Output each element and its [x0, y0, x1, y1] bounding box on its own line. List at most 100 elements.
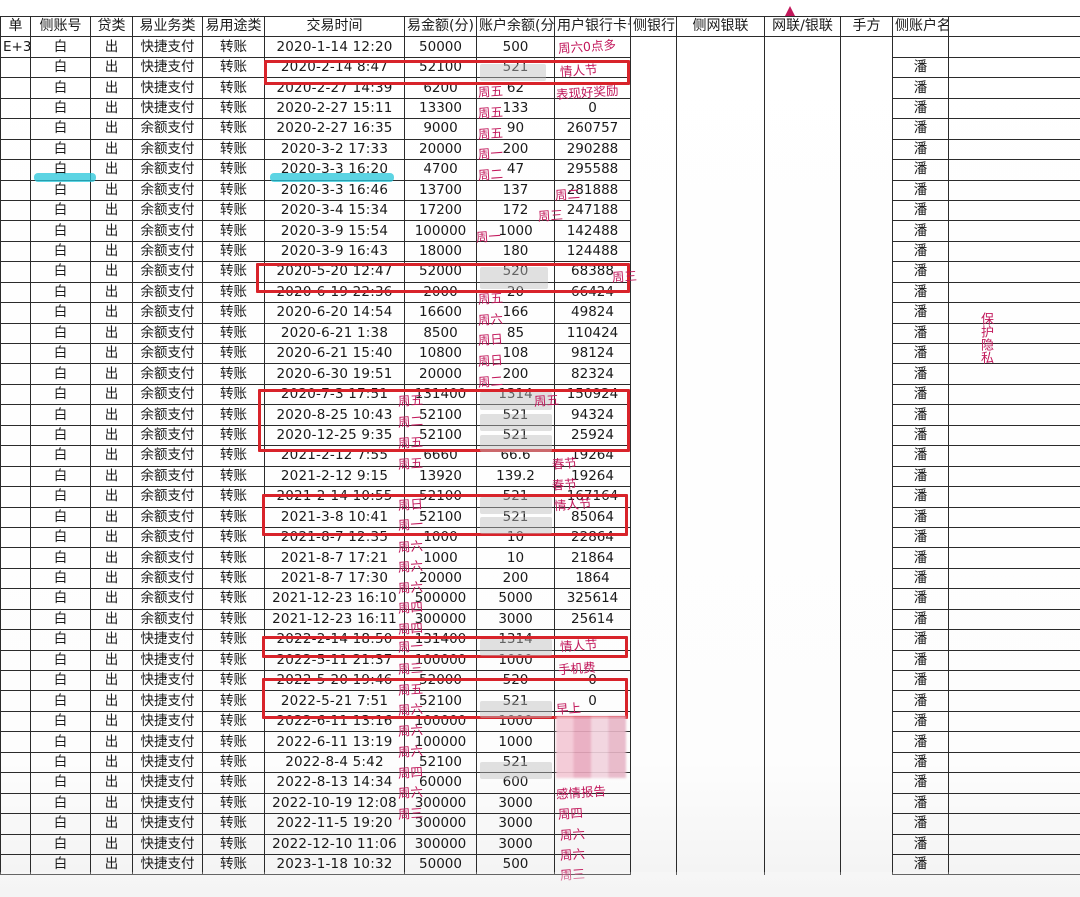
- direction-cell: 出: [90, 281, 133, 304]
- time-cell: 2020-2-27 15:11: [264, 97, 405, 120]
- business-type-cell: 快捷支付: [132, 97, 203, 120]
- account-cell: 白: [30, 506, 91, 528]
- empty-cell: [676, 793, 765, 814]
- empty-cell: [840, 57, 893, 78]
- time-cell: 2020-6-21 1:38: [264, 322, 405, 345]
- empty-cell: [840, 752, 893, 773]
- empty-cell: [948, 138, 1080, 161]
- empty-cell: [630, 404, 677, 426]
- balance-cell: 247188: [554, 199, 631, 222]
- empty-cell: [948, 547, 1080, 569]
- empty-cell: [840, 241, 893, 262]
- empty-cell: [630, 118, 677, 140]
- empty-cell: [676, 425, 765, 446]
- counterparty-name-cell: 潘: [892, 342, 949, 365]
- row-id-cell: [0, 649, 31, 672]
- highlighter-mark: [270, 173, 394, 182]
- direction-cell: 出: [90, 322, 133, 345]
- row-id-cell: [0, 77, 31, 99]
- row-id-cell: E+3: [0, 36, 31, 58]
- empty-cell: [630, 139, 677, 160]
- account-cell: 白: [30, 547, 91, 569]
- business-type-cell: 快捷支付: [132, 731, 203, 753]
- empty-cell: [764, 77, 841, 99]
- balance-cell: 124488: [554, 240, 631, 263]
- empty-cell: [948, 199, 1080, 222]
- counterparty-name-cell: 潘: [892, 772, 949, 794]
- empty-cell: [630, 813, 677, 834]
- business-type-cell: 余额支付: [132, 240, 203, 263]
- empty-cell: [840, 323, 893, 344]
- empty-cell: [840, 180, 893, 201]
- table-row: 白出快捷支付 转账 2022-10-19 12:08 300000 3000 潘: [0, 792, 1080, 815]
- row-id-cell: [0, 547, 31, 569]
- account-cell: 白: [30, 179, 91, 201]
- counterparty-name-cell: 潘: [892, 159, 949, 181]
- empty-cell: [840, 343, 893, 364]
- empty-cell: [948, 629, 1080, 651]
- empty-cell: [764, 772, 841, 794]
- direction-cell: 出: [90, 833, 133, 855]
- empty-cell: [840, 834, 893, 855]
- account-cell: 白: [30, 588, 91, 610]
- row-id-cell: [0, 526, 31, 549]
- yuan-cell: 137: [476, 179, 555, 201]
- highlight-box: [258, 389, 630, 452]
- purpose-cell: 转账: [202, 363, 265, 385]
- direction-cell: 出: [90, 567, 133, 590]
- row-id-cell: [0, 199, 31, 222]
- empty-cell: [630, 77, 677, 99]
- purpose-cell: 转账: [202, 159, 265, 181]
- balance-cell: 21864: [554, 547, 631, 569]
- direction-cell: 出: [90, 526, 133, 549]
- account-cell: 白: [30, 833, 91, 855]
- empty-cell: [764, 384, 841, 405]
- empty-cell: [676, 629, 765, 651]
- direction-cell: 出: [90, 77, 133, 99]
- counterparty-name-cell: 潘: [892, 179, 949, 201]
- empty-cell: [840, 159, 893, 180]
- amount-cell: 10800: [404, 342, 477, 365]
- time-cell: 2020-6-20 14:54: [264, 302, 405, 324]
- counterparty-name-cell: 潘: [892, 608, 949, 631]
- table-row: 白出余额支付 转账 2021-12-23 16:11 300000 3000 25614 潘: [0, 608, 1080, 631]
- empty-cell: [764, 220, 841, 242]
- privacy-blur: [556, 716, 626, 778]
- time-cell: 2020-3-2 17:33: [264, 138, 405, 161]
- time-cell: 2020-1-14 12:20: [264, 36, 405, 58]
- header-cell: 手方: [840, 15, 893, 38]
- purpose-cell: 转账: [202, 710, 265, 733]
- time-cell: 2022-10-19 12:08: [264, 792, 405, 815]
- balance-cell: 290288: [554, 138, 631, 161]
- handwritten-note: 周六: [397, 701, 424, 718]
- empty-cell: [948, 56, 1080, 79]
- counterparty-name-cell: 潘: [892, 486, 949, 508]
- counterparty-name-cell: 潘: [892, 199, 949, 222]
- account-cell: 白: [30, 404, 91, 426]
- time-cell: 2022-11-5 19:20: [264, 813, 405, 835]
- account-cell: 白: [30, 710, 91, 733]
- handwritten-note: 早上: [555, 700, 582, 717]
- yuan-cell: 500: [476, 36, 555, 58]
- row-id-cell: [0, 220, 31, 242]
- table-row: 白出余额支付 转账 2020-3-9 15:54 100000 1000 142488 潘: [0, 220, 1080, 242]
- business-type-cell: 快捷支付: [132, 833, 203, 855]
- empty-cell: [840, 98, 893, 119]
- direction-cell: 出: [90, 690, 133, 712]
- purpose-cell: 转账: [202, 526, 265, 549]
- header-cell-blank: [948, 15, 1080, 38]
- account-cell: 白: [30, 322, 91, 345]
- handwritten-note: 周四: [397, 764, 424, 781]
- purpose-cell: 转账: [202, 445, 265, 467]
- empty-cell: [948, 506, 1080, 528]
- empty-cell: [948, 710, 1080, 733]
- handwritten-note: 春节: [551, 476, 578, 493]
- account-cell: 白: [30, 526, 91, 549]
- row-id-cell: [0, 118, 31, 140]
- business-type-cell: 余额支付: [132, 261, 203, 283]
- empty-cell: [630, 159, 677, 180]
- direction-cell: 出: [90, 118, 133, 140]
- amount-cell: 18000: [404, 240, 477, 263]
- purpose-cell: 转账: [202, 690, 265, 712]
- empty-cell: [630, 588, 677, 610]
